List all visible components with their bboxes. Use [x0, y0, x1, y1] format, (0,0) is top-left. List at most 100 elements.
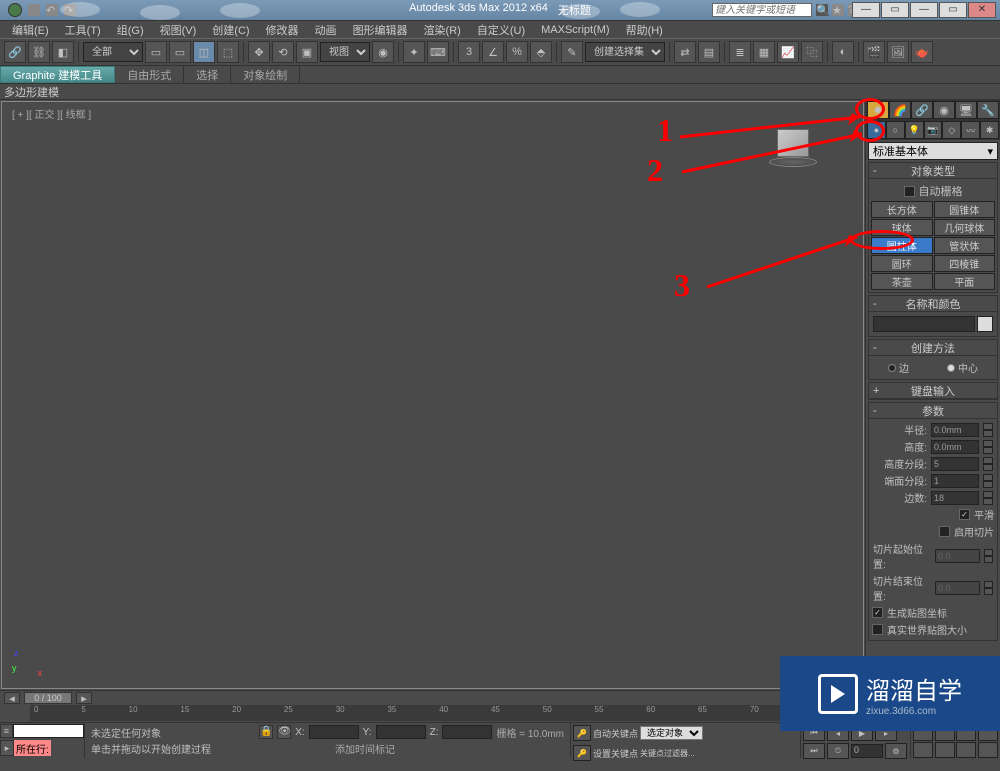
- menu-create[interactable]: 创建(C): [204, 22, 257, 38]
- selection-filter-dropdown[interactable]: 全部: [83, 42, 143, 62]
- max-toggle-icon[interactable]: [978, 742, 998, 758]
- render-icon[interactable]: 🫖: [911, 41, 933, 63]
- sides-up[interactable]: [983, 491, 993, 498]
- select-manipulate-icon[interactable]: ✦: [403, 41, 425, 63]
- minimize-button[interactable]: —: [852, 2, 880, 18]
- radius-down[interactable]: [983, 430, 993, 437]
- geosphere-button[interactable]: 几何球体: [934, 219, 996, 236]
- help-search-input[interactable]: [712, 3, 812, 17]
- graphite-freeform-tab[interactable]: 自由形式: [115, 66, 184, 83]
- autogrid-checkbox[interactable]: [904, 186, 915, 197]
- height-spinner[interactable]: 0.0mm: [931, 440, 979, 454]
- pyramid-button[interactable]: 四棱锥: [934, 255, 996, 272]
- orbit-icon[interactable]: [956, 742, 976, 758]
- tube-button[interactable]: 管状体: [934, 237, 996, 254]
- smooth-checkbox[interactable]: ✓: [959, 509, 970, 520]
- pivot-icon[interactable]: ◉: [372, 41, 394, 63]
- gen-mapping-checkbox[interactable]: ✓: [872, 607, 883, 618]
- goto-end-icon[interactable]: ⏭: [803, 743, 825, 759]
- cameras-subtab[interactable]: 📷: [924, 121, 943, 139]
- select-region-icon[interactable]: ◫: [193, 41, 215, 63]
- menu-group[interactable]: 组(G): [109, 22, 152, 38]
- goto-line-field[interactable]: 所在行:: [14, 740, 51, 756]
- hseg-up[interactable]: [983, 457, 993, 464]
- plane-button[interactable]: 平面: [934, 273, 996, 290]
- menu-maxscript[interactable]: MAXScript(M): [533, 24, 617, 36]
- height-down[interactable]: [983, 447, 993, 454]
- shapes-subtab[interactable]: ○: [886, 121, 905, 139]
- script-mini-icon[interactable]: ≡: [0, 724, 13, 738]
- script-goto-icon[interactable]: ▸: [0, 740, 14, 756]
- sides-down[interactable]: [983, 498, 993, 505]
- object-color-swatch[interactable]: [977, 316, 993, 332]
- setkey-button[interactable]: 设置关键点: [593, 747, 638, 760]
- star-icon[interactable]: ★: [832, 4, 844, 16]
- graphite-main-tab[interactable]: Graphite 建模工具: [0, 66, 115, 83]
- menu-views[interactable]: 视图(V): [152, 22, 205, 38]
- close-button[interactable]: ✕: [968, 2, 996, 18]
- parameters-rollout[interactable]: -参数: [869, 403, 997, 419]
- center-radio[interactable]: [947, 364, 955, 372]
- move-icon[interactable]: ✥: [248, 41, 270, 63]
- radius-up[interactable]: [983, 423, 993, 430]
- z-coord-input[interactable]: [442, 725, 492, 739]
- add-time-tag[interactable]: 添加时间标记: [335, 741, 395, 756]
- spinner-snap-icon[interactable]: ⬘: [530, 41, 552, 63]
- mirror-icon[interactable]: ⇄: [674, 41, 696, 63]
- rotate-icon[interactable]: ⟲: [272, 41, 294, 63]
- slice-on-checkbox[interactable]: [939, 526, 950, 537]
- cseg-spinner[interactable]: 1: [931, 474, 979, 488]
- menu-help[interactable]: 帮助(H): [618, 22, 671, 38]
- object-name-input[interactable]: [873, 316, 975, 332]
- select-icon[interactable]: ▭: [145, 41, 167, 63]
- edit-named-icon[interactable]: ✎: [561, 41, 583, 63]
- cone-button[interactable]: 圆锥体: [934, 201, 996, 218]
- key-mode-icon[interactable]: 🔑: [573, 745, 591, 761]
- viewport[interactable]: [ + ][ 正交 ][ 线框 ] z y x 1 2 3: [1, 101, 864, 689]
- menu-tools[interactable]: 工具(T): [57, 22, 109, 38]
- motion-tab[interactable]: ◉: [933, 101, 955, 119]
- percent-snap-icon[interactable]: %: [506, 41, 528, 63]
- hierarchy-tab[interactable]: 🔗: [911, 101, 933, 119]
- hseg-down[interactable]: [983, 464, 993, 471]
- bind-icon[interactable]: ◧: [52, 41, 74, 63]
- height-up[interactable]: [983, 440, 993, 447]
- named-selection-dropdown[interactable]: 创建选择集: [585, 42, 665, 62]
- link-icon[interactable]: 🔗: [4, 41, 26, 63]
- systems-subtab[interactable]: ✱: [980, 121, 999, 139]
- app-icon[interactable]: [8, 3, 22, 17]
- render-setup-icon[interactable]: 🎬: [863, 41, 885, 63]
- select-name-icon[interactable]: ▭: [169, 41, 191, 63]
- key-filters-button[interactable]: 关键点过滤器...: [640, 748, 695, 759]
- keyboard-icon[interactable]: ⌨: [427, 41, 449, 63]
- align-icon[interactable]: ▤: [698, 41, 720, 63]
- graphite-paint-tab[interactable]: 对象绘制: [231, 66, 300, 83]
- curve-editor-icon[interactable]: 📈: [777, 41, 799, 63]
- time-prev-icon[interactable]: ◂: [4, 692, 20, 704]
- undo-icon[interactable]: ↶: [46, 4, 58, 16]
- redo-icon[interactable]: ↷: [64, 4, 76, 16]
- utilities-tab[interactable]: 🔧: [977, 101, 999, 119]
- modify-tab[interactable]: 🌈: [889, 101, 911, 119]
- render-frame-icon[interactable]: 🖼: [887, 41, 909, 63]
- object-type-rollout[interactable]: -对象类型: [869, 163, 997, 179]
- sides-spinner[interactable]: 18: [931, 491, 979, 505]
- autokey-button[interactable]: 自动关键点: [593, 727, 638, 740]
- cseg-down[interactable]: [983, 481, 993, 488]
- set-key-icon[interactable]: 🔑: [573, 725, 591, 741]
- y-coord-input[interactable]: [376, 725, 426, 739]
- menu-edit[interactable]: 编辑(E): [4, 22, 57, 38]
- schematic-icon[interactable]: ⿻: [801, 41, 823, 63]
- maximize-button[interactable]: ▭: [939, 2, 967, 18]
- box-button[interactable]: 长方体: [871, 201, 933, 218]
- x-coord-input[interactable]: [309, 725, 359, 739]
- viewport-label[interactable]: [ + ][ 正交 ][ 线框 ]: [12, 106, 91, 121]
- create-method-rollout[interactable]: -创建方法: [869, 340, 997, 356]
- keyboard-entry-rollout[interactable]: +键盘输入: [869, 383, 997, 399]
- window-crossing-icon[interactable]: ⬚: [217, 41, 239, 63]
- restore-button[interactable]: ▭: [881, 2, 909, 18]
- helpers-subtab[interactable]: ◇: [942, 121, 961, 139]
- menu-animation[interactable]: 动画: [307, 22, 345, 38]
- search-icon[interactable]: 🔍: [816, 4, 828, 16]
- display-tab[interactable]: 🖥: [955, 101, 977, 119]
